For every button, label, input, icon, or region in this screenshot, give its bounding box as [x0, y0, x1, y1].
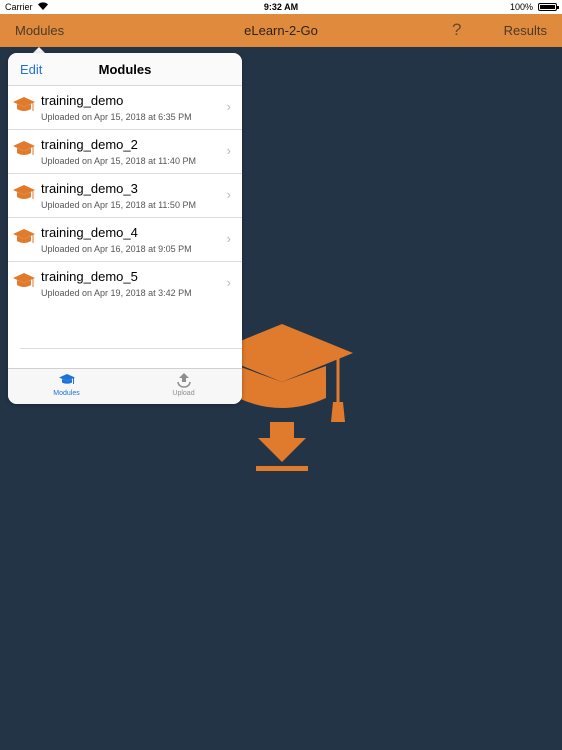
- clock: 9:32 AM: [263, 2, 299, 12]
- graduation-cap-icon: [12, 140, 36, 160]
- chevron-right-icon: ›: [226, 143, 231, 158]
- list-item[interactable]: training_demo_3 Uploaded on Apr 15, 2018…: [8, 174, 242, 218]
- list-item[interactable]: training_demo_4 Uploaded on Apr 16, 2018…: [8, 218, 242, 262]
- tab-upload[interactable]: Upload: [125, 372, 242, 397]
- list-empty-area: [8, 305, 242, 368]
- upload-icon: [125, 372, 242, 390]
- list-item[interactable]: training_demo Uploaded on Apr 15, 2018 a…: [8, 86, 242, 130]
- battery-percentage: 100%: [509, 2, 533, 12]
- chevron-right-icon: ›: [226, 231, 231, 246]
- status-bar: Carrier 9:32 AM 100%: [0, 0, 562, 14]
- graduation-cap-icon: [12, 184, 36, 204]
- chevron-right-icon: ›: [226, 187, 231, 202]
- graduation-cap-icon: [12, 272, 36, 292]
- navigation-bar: Modules eLearn-2-Go ? Results: [0, 14, 562, 47]
- graduation-cap-icon: [12, 228, 36, 248]
- app-title: eLearn-2-Go: [244, 23, 318, 38]
- modules-list: training_demo Uploaded on Apr 15, 2018 a…: [8, 86, 242, 306]
- module-upload-date: Uploaded on Apr 19, 2018 at 3:42 PM: [41, 288, 192, 298]
- list-item[interactable]: training_demo_2 Uploaded on Apr 15, 2018…: [8, 130, 242, 174]
- chevron-right-icon: ›: [226, 275, 231, 290]
- tab-label: Upload: [172, 390, 195, 397]
- tab-bar: Modules Upload: [8, 368, 242, 404]
- graduation-cap-icon: [8, 372, 125, 390]
- help-button[interactable]: ?: [452, 20, 461, 40]
- module-upload-date: Uploaded on Apr 15, 2018 at 11:50 PM: [41, 200, 196, 210]
- module-name: training_demo: [41, 93, 124, 108]
- module-name: training_demo_3: [41, 181, 138, 196]
- module-upload-date: Uploaded on Apr 15, 2018 at 11:40 PM: [41, 156, 196, 166]
- chevron-right-icon: ›: [226, 99, 231, 114]
- modules-popover: Edit Modules training_demo Uploaded on A…: [8, 53, 242, 404]
- graduation-cap-icon: [12, 96, 36, 116]
- tab-modules[interactable]: Modules: [8, 372, 125, 397]
- module-name: training_demo_5: [41, 269, 138, 284]
- popover-title: Modules: [98, 62, 152, 77]
- tab-label: Modules: [53, 390, 80, 397]
- module-name: training_demo_2: [41, 137, 138, 152]
- popover-header: Edit Modules: [8, 53, 242, 86]
- battery-icon: [538, 3, 559, 11]
- list-item[interactable]: training_demo_5 Uploaded on Apr 19, 2018…: [8, 262, 242, 306]
- module-upload-date: Uploaded on Apr 16, 2018 at 9:05 PM: [41, 244, 192, 254]
- module-name: training_demo_4: [41, 225, 138, 240]
- divider: [20, 348, 242, 349]
- results-nav-button[interactable]: Results: [504, 23, 547, 38]
- module-upload-date: Uploaded on Apr 15, 2018 at 6:35 PM: [41, 112, 192, 122]
